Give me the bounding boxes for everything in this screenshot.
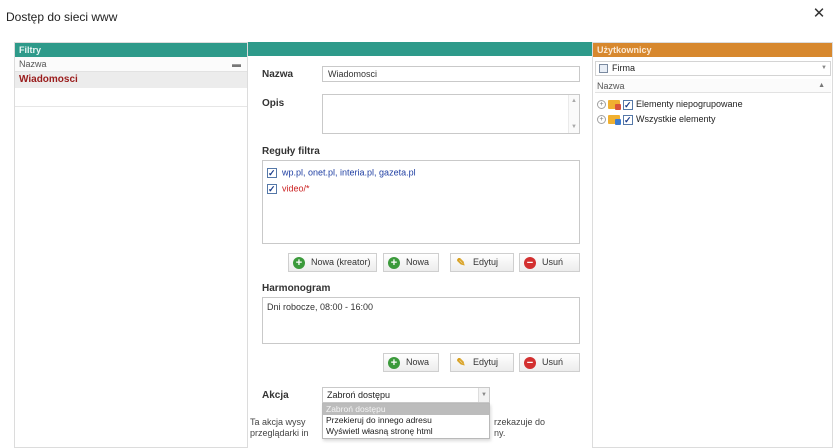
- delete-rule-button-label: Usuń: [542, 257, 564, 267]
- tree-checkbox[interactable]: [623, 98, 633, 112]
- new-wizard-button-label: Nowa (kreator): [311, 257, 371, 267]
- schedule-list: Dni robocze, 08:00 - 16:00: [262, 297, 580, 344]
- users-group-select-value: Firma: [612, 63, 635, 73]
- new-schedule-button[interactable]: + Nowa: [383, 353, 439, 372]
- folder-icon: [608, 115, 621, 126]
- action-select-value: Zabroń dostępu: [327, 390, 391, 400]
- action-option[interactable]: Przekieruj do innego adresu: [323, 415, 489, 426]
- new-wizard-button[interactable]: + Nowa (kreator): [288, 253, 377, 272]
- edit-schedule-button[interactable]: ✎ Edytuj: [450, 353, 514, 372]
- tree-item-label: Wszystkie elementy: [636, 114, 716, 124]
- description-label: Opis: [262, 98, 285, 109]
- tree-checkbox[interactable]: [623, 113, 633, 127]
- plus-icon: +: [293, 257, 305, 269]
- users-group-select[interactable]: Firma ▼: [595, 61, 831, 76]
- description-textarea[interactable]: [322, 94, 580, 134]
- users-column-label: Nazwa: [597, 81, 625, 91]
- users-panel-header: Użytkownicy: [593, 43, 832, 57]
- filter-form: Nazwa Wiadomosci Opis ▲ ▼ Reguły filtra …: [248, 42, 592, 448]
- scroll-down-icon[interactable]: ▼: [570, 123, 578, 131]
- users-column-header[interactable]: Nazwa ▲: [595, 79, 831, 93]
- delete-schedule-button-label: Usuń: [542, 357, 564, 367]
- action-options-menu: Zabroń dostępu Przekieruj do innego adre…: [322, 403, 490, 439]
- new-schedule-button-label: Nowa: [406, 357, 430, 367]
- rule-text: video/*: [282, 183, 310, 194]
- action-option[interactable]: Wyświetl własną stronę html: [323, 426, 489, 437]
- sort-up-icon[interactable]: ▲: [818, 79, 825, 93]
- filters-panel: Filtry Nazwa ▬ Wiadomosci: [14, 42, 248, 448]
- close-icon[interactable]: ✕: [811, 6, 827, 22]
- form-header-strip: [248, 42, 592, 56]
- rule-text: wp.pl, onet.pl, interia.pl, gazeta.pl: [282, 167, 416, 178]
- rules-list: wp.pl, onet.pl, interia.pl, gazeta.pl vi…: [262, 160, 580, 244]
- pencil-icon: ✎: [456, 357, 466, 369]
- expand-icon[interactable]: +: [597, 100, 606, 110]
- name-input[interactable]: Wiadomosci: [322, 66, 580, 82]
- rule-checkbox[interactable]: [267, 182, 277, 196]
- tree-item[interactable]: + Wszystkie elementy: [597, 112, 716, 127]
- edit-rule-button[interactable]: ✎ Edytuj: [450, 253, 514, 272]
- action-select[interactable]: Zabroń dostępu ▼: [322, 387, 490, 403]
- schedule-label: Harmonogram: [262, 283, 331, 294]
- delete-rule-button[interactable]: − Usuń: [519, 253, 580, 272]
- action-description-line: Ta akcja wysy: [250, 417, 306, 427]
- name-label: Nazwa: [262, 69, 294, 80]
- filters-panel-header: Filtry: [15, 43, 247, 57]
- rule-row[interactable]: video/*: [267, 181, 310, 196]
- new-rule-button[interactable]: + Nowa: [383, 253, 439, 272]
- filter-list-item[interactable]: Wiadomosci: [15, 72, 247, 88]
- expand-icon[interactable]: +: [597, 115, 606, 125]
- chevron-down-icon[interactable]: ▼: [478, 388, 489, 402]
- action-description-line: rzekazuje do: [494, 417, 546, 427]
- action-option[interactable]: Zabroń dostępu: [323, 404, 489, 415]
- plus-icon: +: [388, 357, 400, 369]
- action-description-line: ny.: [494, 428, 506, 438]
- action-description-right: rzekazuje do ny.: [494, 417, 545, 439]
- users-panel: Użytkownicy Firma ▼ Nazwa ▲ + Elementy ni…: [592, 42, 833, 448]
- window-titlebar: Dostęp do sieci www ✕: [0, 0, 833, 34]
- scroll-up-icon[interactable]: ▲: [570, 97, 578, 105]
- window-title: Dostęp do sieci www: [6, 10, 118, 24]
- schedule-item[interactable]: Dni robocze, 08:00 - 16:00: [267, 300, 373, 314]
- filters-list-empty-area: [15, 106, 247, 447]
- minus-icon: −: [524, 257, 536, 269]
- folder-icon: [608, 100, 621, 111]
- pencil-icon: ✎: [456, 257, 466, 269]
- rules-label: Reguły filtra: [262, 146, 320, 157]
- description-scrollbar[interactable]: ▲ ▼: [568, 95, 579, 133]
- rule-checkbox[interactable]: [267, 166, 277, 180]
- action-description-left: Ta akcja wysy przeglądarki in: [250, 417, 309, 439]
- tree-item-label: Elementy niepogrupowane: [636, 99, 743, 109]
- filters-column-header[interactable]: Nazwa ▬: [15, 57, 247, 72]
- rule-row[interactable]: wp.pl, onet.pl, interia.pl, gazeta.pl: [267, 165, 416, 180]
- plus-icon: +: [388, 257, 400, 269]
- minus-icon: −: [524, 357, 536, 369]
- tree-item[interactable]: + Elementy niepogrupowane: [597, 97, 743, 112]
- chevron-down-icon[interactable]: ▼: [821, 62, 827, 75]
- sort-icon[interactable]: ▬: [232, 57, 241, 71]
- delete-schedule-button[interactable]: − Usuń: [519, 353, 580, 372]
- edit-schedule-button-label: Edytuj: [473, 357, 499, 367]
- edit-rule-button-label: Edytuj: [473, 257, 499, 267]
- action-label: Akcja: [262, 390, 289, 401]
- new-rule-button-label: Nowa: [406, 257, 430, 267]
- group-icon: [599, 64, 608, 73]
- action-description-line: przeglądarki in: [250, 428, 309, 438]
- filters-column-label: Nazwa: [19, 59, 47, 69]
